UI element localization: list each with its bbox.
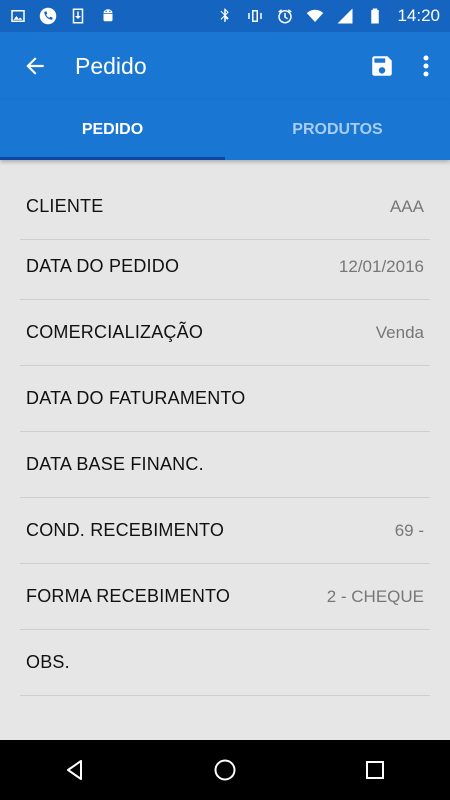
field-label: OBS. [26,652,70,672]
nav-recents-button[interactable] [345,746,405,794]
field-value: Venda [375,322,424,342]
recents-square-icon [366,761,384,779]
arrow-back-icon [26,57,44,75]
field-value: 2 - CHEQUE [326,586,424,606]
battery-icon [365,6,385,26]
field-label: FORMA RECEBIMENTO [26,586,231,606]
field-label: COMERCIALIZAÇÃO [26,322,204,342]
clock: 14:20 [397,6,440,25]
field-value: 12/01/2016 [338,256,424,276]
field-label: CLIENTE [26,196,104,216]
status-bar: 14:20 [0,0,450,32]
wifi-icon [305,6,325,26]
field-row-data-pedido[interactable]: DATA DO PEDIDO 12/01/2016 [20,234,430,300]
app-bar: Pedido [0,32,450,100]
more-vert-icon [423,55,429,77]
download-icon [68,6,88,26]
field-value: AAA [389,196,424,216]
field-value: 69 - [394,520,424,540]
vibrate-icon [245,6,265,26]
tab-bar: PEDIDO PRODUTOS [0,100,450,160]
nav-home-button[interactable] [195,746,255,794]
signal-icon [335,6,355,26]
back-triangle-icon [67,760,82,780]
image-icon [8,6,28,26]
field-row-forma-recebimento[interactable]: FORMA RECEBIMENTO 2 - CHEQUE [20,564,430,630]
home-circle-icon [214,759,236,781]
field-label: DATA DO PEDIDO [26,256,180,276]
more-options-button[interactable] [414,46,438,86]
alarm-icon [275,6,295,26]
field-row-cond-recebimento[interactable]: COND. RECEBIMENTO 69 - [20,498,430,564]
order-form: CLIENTE AAA DATA DO PEDIDO 12/01/2016 CO… [0,160,450,740]
field-row-comercializacao[interactable]: COMERCIALIZAÇÃO Venda [20,300,430,366]
field-row-obs[interactable]: OBS. [20,630,430,696]
tab-produtos[interactable]: PRODUTOS [225,100,450,160]
save-button[interactable] [362,46,402,86]
system-nav-bar [0,740,450,800]
tab-pedido[interactable]: PEDIDO [0,100,225,160]
phone-icon [38,6,58,26]
save-icon [372,56,392,76]
back-button[interactable] [17,48,53,84]
field-label: DATA BASE FINANC. [26,454,204,474]
field-row-data-faturamento[interactable]: DATA DO FATURAMENTO [20,366,430,432]
page-title: Pedido [75,52,147,79]
field-label: DATA DO FATURAMENTO [26,388,246,408]
nav-back-button[interactable] [45,746,105,794]
android-icon [98,6,118,26]
status-bar-notifications [8,6,118,26]
field-row-cliente[interactable]: CLIENTE AAA [20,174,430,240]
bluetooth-icon [215,6,235,26]
status-bar-system: 14:20 [215,6,440,26]
field-label: COND. RECEBIMENTO [26,520,225,540]
field-row-data-base-financ[interactable]: DATA BASE FINANC. [20,432,430,498]
